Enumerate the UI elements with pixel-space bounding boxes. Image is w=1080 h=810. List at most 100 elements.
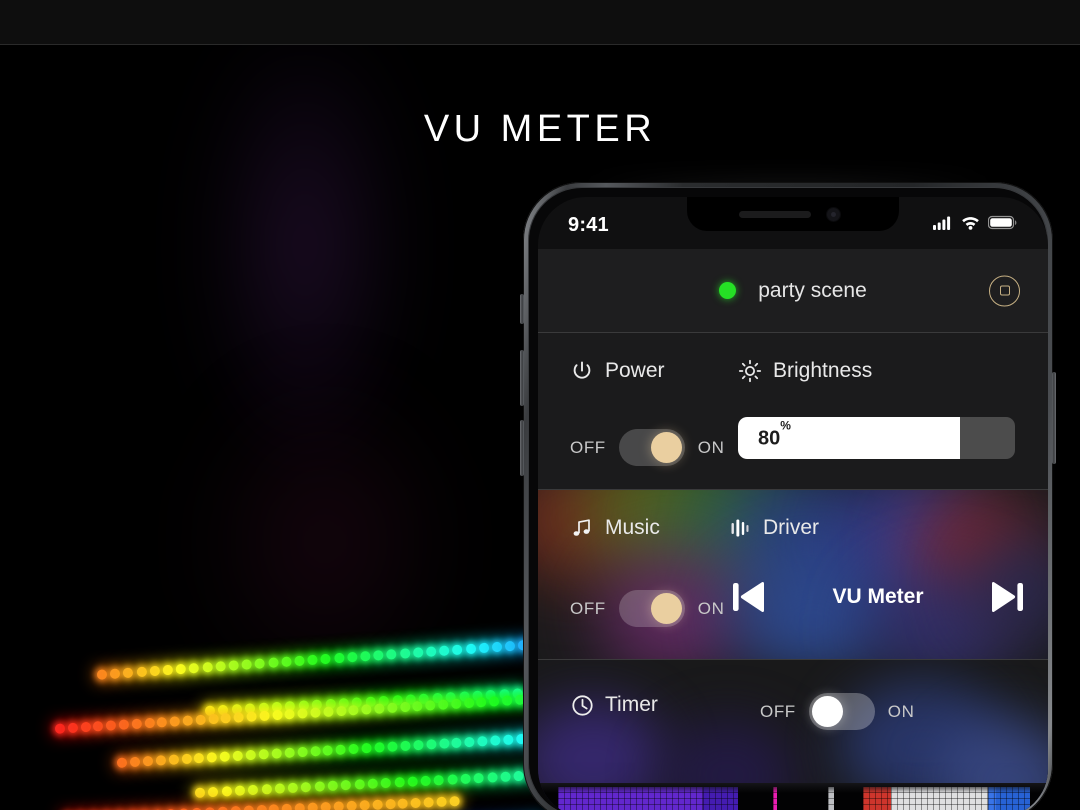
music-toggle[interactable]: OFF ON — [570, 590, 725, 627]
led-dot — [309, 745, 321, 757]
led-dot — [501, 695, 513, 706]
led-dot — [407, 776, 418, 787]
led-dot — [360, 650, 371, 662]
led-dot — [361, 704, 372, 715]
power-icon — [570, 359, 594, 383]
led-strip-row — [194, 768, 564, 806]
led-dot — [473, 772, 485, 784]
led-dot — [206, 752, 218, 763]
skip-previous-icon[interactable] — [728, 577, 770, 617]
cellular-signal-icon — [933, 215, 953, 235]
music-note-icon — [570, 516, 594, 540]
led-dot — [348, 704, 360, 716]
power-brightness-card: Power Brightness OFF ON 80% — [538, 333, 1048, 490]
led-dot — [400, 740, 411, 752]
led-dot — [452, 644, 463, 656]
led-dot — [425, 700, 436, 711]
led-dot — [463, 697, 475, 709]
led-dot — [464, 736, 475, 748]
top-black-bar — [0, 0, 1080, 45]
led-dot — [490, 735, 501, 746]
timer-toggle-knob[interactable] — [811, 696, 843, 727]
led-dot — [258, 749, 269, 760]
phone-volume-up-button[interactable] — [520, 350, 524, 406]
led-dot — [465, 643, 477, 655]
driver-controls: VU Meter — [728, 568, 1028, 626]
led-dot — [320, 653, 332, 665]
led-dot — [80, 721, 91, 733]
front-camera-icon — [827, 208, 840, 221]
phone-bezel: 9:41 party scene Power Brightness OFF ON… — [528, 187, 1048, 810]
power-toggle-track[interactable] — [618, 429, 685, 466]
timer-toggle[interactable]: OFF ON — [760, 693, 915, 730]
music-label-group: Music — [570, 516, 660, 540]
brightness-slider[interactable]: 80% — [738, 417, 1015, 459]
led-dot — [169, 716, 181, 727]
led-dot — [433, 774, 445, 786]
led-dot — [327, 780, 339, 792]
led-dot — [476, 696, 487, 708]
led-dot — [195, 714, 206, 726]
stop-record-icon[interactable] — [989, 275, 1020, 306]
led-dot — [335, 705, 347, 717]
led-dot — [149, 665, 160, 677]
led-dot — [233, 712, 245, 723]
led-dot — [340, 779, 352, 791]
led-dot — [246, 711, 257, 722]
led-dot — [359, 800, 370, 810]
phone-frame: 9:41 party scene Power Brightness OFF ON… — [520, 182, 1056, 810]
music-toggle-track[interactable] — [618, 590, 685, 627]
led-dot — [287, 782, 299, 794]
led-dot — [346, 800, 357, 810]
power-toggle-knob[interactable] — [650, 432, 682, 463]
led-dot — [412, 700, 423, 712]
led-dot — [333, 652, 345, 664]
clock-icon — [570, 693, 594, 717]
timer-toggle-track[interactable] — [808, 693, 875, 730]
led-dot — [261, 784, 272, 795]
timer-label-group: Timer — [570, 693, 658, 717]
led-dot — [447, 774, 458, 785]
led-dot — [348, 743, 360, 755]
timer-toggle-on-label: ON — [887, 701, 915, 721]
music-toggle-on-label: ON — [697, 598, 725, 618]
led-dot — [477, 735, 488, 747]
music-toggle-knob[interactable] — [650, 593, 682, 624]
power-toggle[interactable]: OFF ON — [570, 429, 725, 466]
driver-label-group: Driver — [728, 516, 819, 540]
led-dot — [486, 772, 498, 783]
phone-screen: 9:41 party scene Power Brightness OFF ON… — [538, 197, 1048, 810]
led-dot — [300, 781, 312, 793]
driver-selected-name: VU Meter — [832, 585, 924, 608]
led-dot — [320, 801, 331, 810]
phone-volume-down-button[interactable] — [520, 420, 524, 476]
power-label-group: Power — [570, 359, 665, 383]
brightness-unit: % — [780, 419, 791, 434]
scene-status-dot — [719, 282, 737, 299]
led-dot — [412, 739, 424, 751]
power-label: Power — [605, 359, 665, 382]
led-dot — [399, 648, 411, 659]
led-dot — [281, 803, 293, 810]
music-driver-card: Music Driver OFF ON VU Meter — [538, 490, 1048, 660]
scene-header[interactable]: party scene — [538, 249, 1048, 333]
led-dot — [105, 720, 117, 731]
led-dot — [245, 749, 257, 761]
led-dot — [420, 775, 432, 787]
led-dot — [221, 786, 232, 797]
led-dot — [425, 646, 437, 657]
led-dot — [346, 651, 358, 663]
led-dot — [333, 801, 344, 810]
led-dot — [504, 640, 516, 652]
led-dot — [386, 649, 398, 660]
phone-mute-switch[interactable] — [520, 294, 524, 324]
skip-next-icon[interactable] — [986, 577, 1028, 617]
led-dot — [155, 755, 166, 766]
phone-notch — [687, 197, 899, 231]
phone-power-button[interactable] — [1052, 372, 1056, 464]
led-strip-row — [116, 730, 578, 776]
led-dot — [254, 658, 266, 669]
power-card-labels: Power Brightness — [538, 359, 1048, 393]
led-dot — [374, 703, 385, 714]
led-dot — [201, 661, 213, 673]
